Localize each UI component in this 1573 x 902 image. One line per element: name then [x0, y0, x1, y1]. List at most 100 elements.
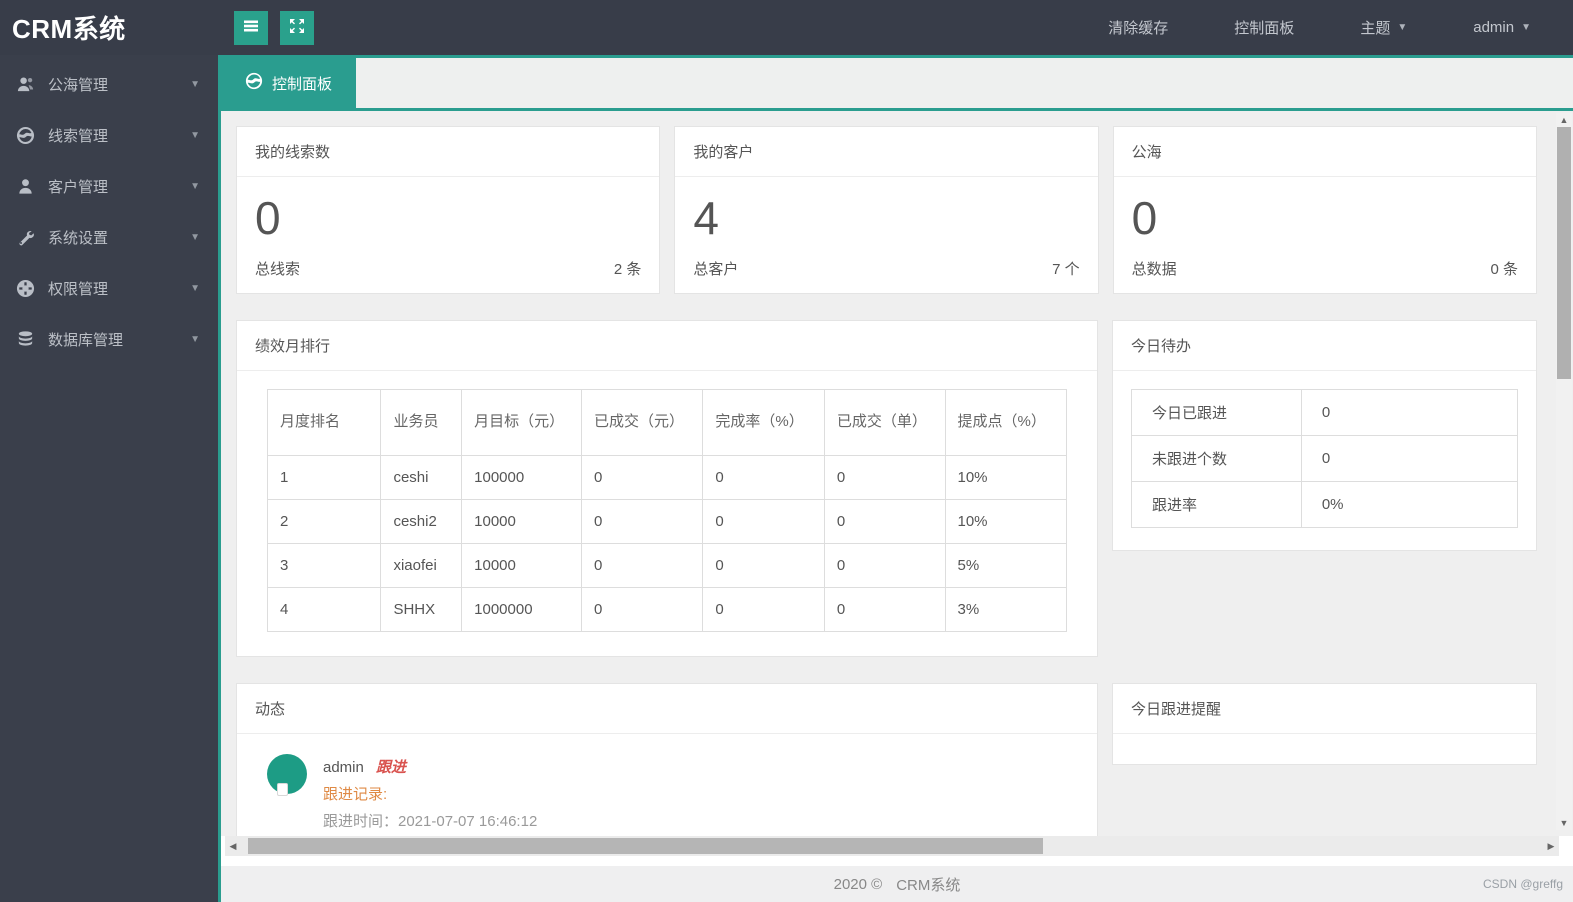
main-area: 控制面板 我的线索数 0 总线索 2 条 我的客户 4 总客户 7 个 公海 0… [218, 55, 1573, 902]
sidebar-item-system-settings[interactable]: 系统设置 ▼ [0, 212, 218, 263]
username-label: admin [1473, 19, 1515, 36]
column-header: 完成率（%） [702, 389, 825, 456]
performance-ranking-card: 绩效月排行 月度排名 业务员 月目标（元） 已成交（元） 完成率（%） 已成交（… [236, 320, 1098, 657]
activity-record-label: 跟进记录: [323, 786, 388, 803]
dashboard-content: 我的线索数 0 总线索 2 条 我的客户 4 总客户 7 个 公海 0 总数据 … [221, 111, 1573, 836]
database-icon [16, 330, 35, 349]
cell-deal-count: 0 [823, 455, 946, 500]
sidebar-item-label: 系统设置 [48, 230, 109, 247]
table-row: 3 xiaofei 10000 0 0 0 5% [266, 543, 1067, 588]
cell-salesperson: ceshi2 [380, 499, 463, 544]
tab-control-panel[interactable]: 控制面板 [221, 58, 357, 108]
cell-deal-amount: 0 [580, 543, 704, 588]
activity-item: admin 跟进 跟进记录: 跟进时间：2021-07-07 16:46:12 [237, 734, 1097, 835]
chevron-down-icon: ▼ [190, 232, 200, 243]
sidebar-item-label: 客户管理 [48, 179, 109, 196]
scroll-right-icon[interactable]: ▶ [1543, 836, 1559, 856]
horizontal-scrollbar[interactable]: ◀ ▶ [225, 836, 1559, 856]
cell-deal-count: 0 [823, 543, 946, 588]
horizontal-scroll-thumb[interactable] [248, 838, 1043, 854]
sidebar-toggle-button[interactable] [234, 10, 268, 45]
cell-completion: 0 [702, 455, 825, 500]
cell-commission: 3% [944, 587, 1067, 632]
card-title: 我的线索数 [237, 127, 660, 177]
todo-value: 0 [1300, 435, 1519, 482]
activity-action-link[interactable]: 跟进 [376, 759, 406, 776]
stat-footer-label: 总数据 [1131, 260, 1177, 278]
bottom-row: 动态 admin 跟进 跟进记录: 跟进时间：2021-07-07 16:46:… [236, 683, 1537, 836]
sidebar-item-leads[interactable]: 线索管理 ▼ [0, 110, 218, 161]
cell-deal-count: 0 [823, 587, 946, 632]
sidebar-item-public-sea[interactable]: 公海管理 ▼ [0, 59, 218, 110]
todo-label: 今日已跟进 [1131, 389, 1302, 436]
todo-label: 跟进率 [1131, 481, 1302, 528]
todo-row: 今日已跟进 0 [1131, 389, 1519, 436]
sidebar-item-customers[interactable]: 客户管理 ▼ [0, 161, 218, 212]
scroll-left-icon[interactable]: ◀ [225, 836, 241, 856]
column-header: 已成交（元） [580, 389, 704, 456]
stat-value: 0 [255, 192, 281, 244]
avatar [267, 754, 307, 796]
permissions-icon [16, 279, 35, 298]
stat-footer-value: 0 条 [1490, 260, 1518, 278]
cell-commission: 10% [944, 499, 1067, 544]
sidebar-item-permissions[interactable]: 权限管理 ▼ [0, 263, 218, 314]
cell-rank: 1 [266, 455, 382, 500]
column-header: 月度排名 [266, 389, 382, 456]
stat-value: 0 [1131, 192, 1158, 244]
user-menu-dropdown[interactable]: admin ▼ [1473, 19, 1531, 36]
activity-card: 动态 admin 跟进 跟进记录: 跟进时间：2021-07-07 16:46:… [236, 683, 1098, 836]
scroll-down-icon[interactable]: ▼ [1556, 818, 1572, 828]
todo-label: 未跟进个数 [1131, 435, 1302, 482]
cell-deal-amount: 0 [580, 587, 704, 632]
clear-cache-label: 清除缓存 [1108, 20, 1169, 37]
cell-commission: 5% [944, 543, 1067, 588]
stat-footer-value: 7 个 [1052, 260, 1080, 278]
globe-icon [16, 126, 35, 145]
performance-table: 月度排名 业务员 月目标（元） 已成交（元） 完成率（%） 已成交（单） 提成点… [266, 389, 1067, 632]
todo-value: 0 [1300, 389, 1519, 436]
card-title: 公海 [1113, 127, 1536, 177]
card-title: 动态 [237, 684, 1097, 734]
fullscreen-icon [288, 17, 306, 38]
today-todo-card: 今日待办 今日已跟进 0 未跟进个数 0 跟进率 0% [1112, 320, 1537, 551]
activity-user: admin [323, 759, 364, 776]
clear-cache-link[interactable]: 清除缓存 [1108, 17, 1168, 38]
app-title: CRM系统 [12, 14, 126, 44]
cell-deal-amount: 0 [580, 455, 704, 500]
page-footer: 2020 © CRM系统 CSDN @greffg [221, 866, 1573, 902]
control-panel-link[interactable]: 控制面板 [1234, 17, 1294, 38]
vertical-scroll-thumb[interactable] [1557, 127, 1571, 379]
cell-salesperson: ceshi [380, 455, 463, 500]
todo-value: 0% [1300, 481, 1519, 528]
stat-value: 4 [693, 192, 719, 244]
chevron-down-icon: ▼ [190, 334, 200, 345]
watermark: CSDN @greffg [1483, 877, 1563, 891]
vertical-scrollbar[interactable]: ▲ ▼ [1556, 113, 1572, 830]
scroll-up-icon[interactable]: ▲ [1556, 115, 1572, 125]
user-icon [16, 177, 35, 196]
users-icon [16, 75, 35, 94]
theme-label: 主题 [1360, 20, 1391, 37]
topbar-nav: 清除缓存 控制面板 主题 ▼ admin ▼ [1108, 17, 1531, 38]
column-header: 业务员 [380, 389, 463, 456]
column-header: 已成交（单） [823, 389, 946, 456]
cell-target: 10000 [461, 499, 582, 544]
card-title: 今日跟进提醒 [1113, 684, 1536, 734]
cell-completion: 0 [702, 587, 825, 632]
column-header: 月目标（元） [461, 389, 582, 456]
chevron-down-icon: ▼ [190, 283, 200, 294]
table-row: 2 ceshi2 10000 0 0 0 10% [266, 499, 1067, 544]
note-icon [277, 783, 288, 796]
cell-salesperson: xiaofei [380, 543, 463, 588]
card-title: 今日待办 [1113, 321, 1536, 371]
dashboard-globe-icon [245, 72, 263, 94]
horizontal-scroll-track[interactable] [241, 836, 1543, 856]
cell-salesperson: SHHX [380, 587, 463, 632]
fullscreen-button[interactable] [280, 10, 314, 45]
sidebar-item-database[interactable]: 数据库管理 ▼ [0, 314, 218, 365]
theme-dropdown[interactable]: 主题 ▼ [1360, 17, 1407, 38]
sidebar-item-label: 权限管理 [48, 281, 109, 298]
cell-rank: 3 [266, 543, 382, 588]
stat-card-row: 我的线索数 0 总线索 2 条 我的客户 4 总客户 7 个 公海 0 总数据 … [236, 126, 1537, 294]
